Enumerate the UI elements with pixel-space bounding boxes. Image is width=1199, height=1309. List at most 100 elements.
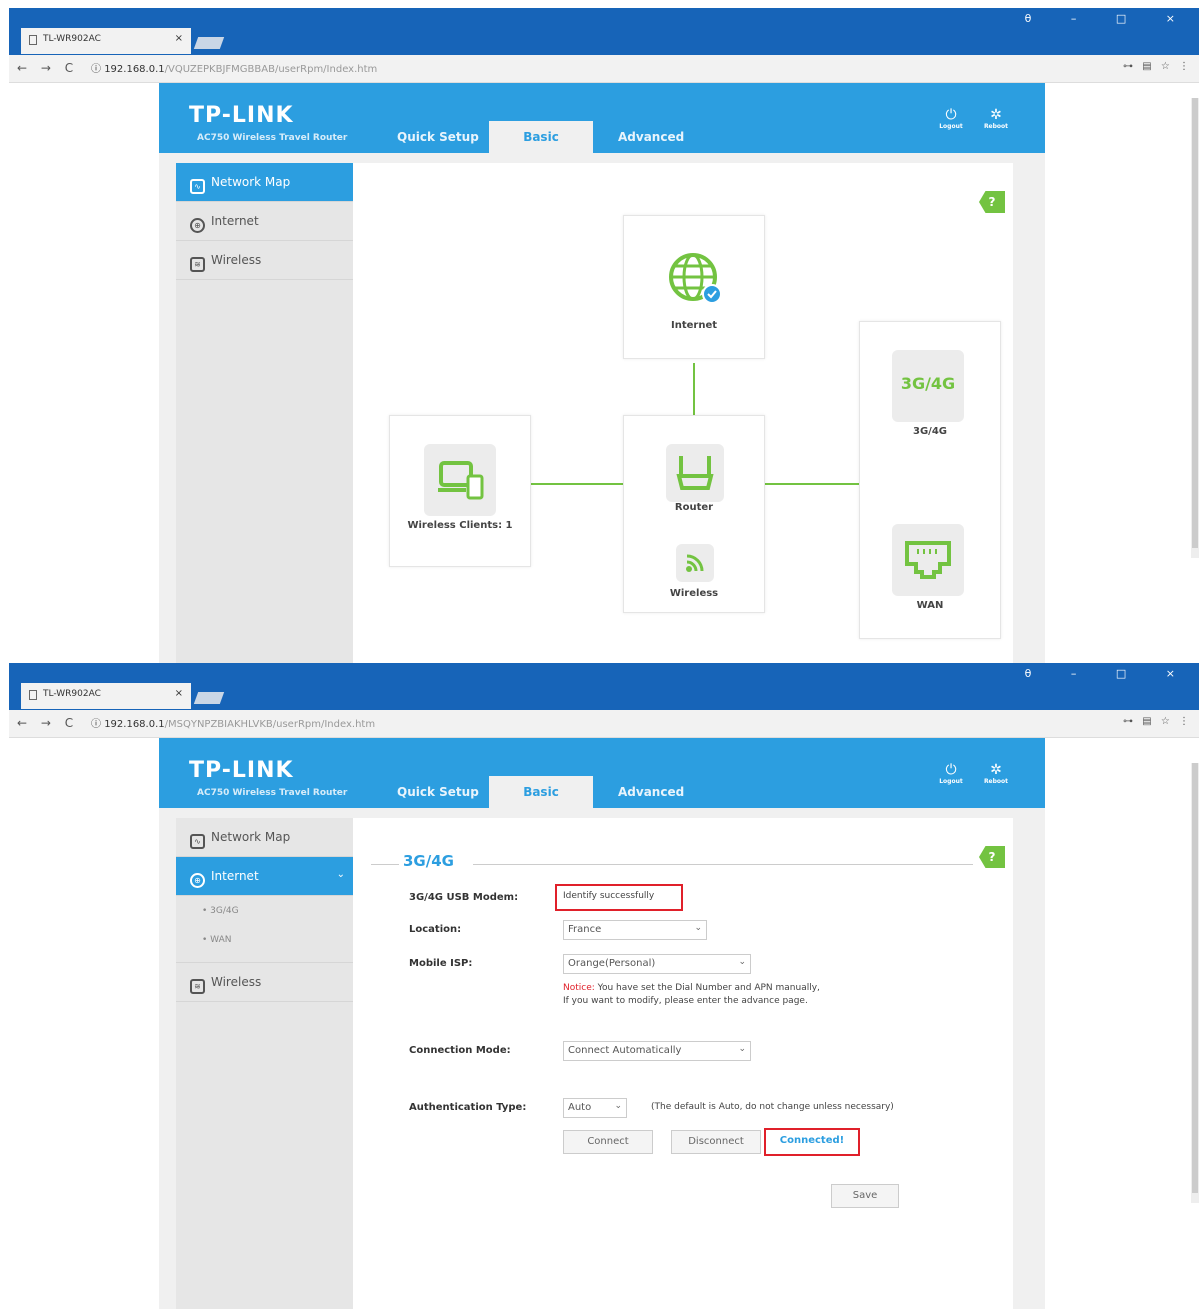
help-icon[interactable]: ? — [979, 191, 1005, 213]
logout-button[interactable]: ⏻ Logout — [936, 107, 966, 130]
connection-mode-value: Connect Automatically — [568, 1045, 682, 1056]
info-icon: ⓘ — [91, 719, 101, 730]
nav-buttons[interactable]: ← → C — [17, 61, 73, 75]
modem-status: Identify successfully — [563, 891, 655, 901]
router-label: Router — [674, 502, 714, 513]
sidebar-item-network-map[interactable]: ∿ Network Map — [176, 163, 353, 202]
connection-mode-label: Connection Mode: — [409, 1045, 511, 1056]
sidebar-subitem-3g4g[interactable]: • 3G/4G — [176, 896, 353, 925]
wireless-icon: ≋ — [190, 257, 205, 272]
internet-label: Internet — [670, 320, 717, 331]
ethernet-port-icon — [905, 541, 951, 579]
tab-close-icon[interactable]: × — [175, 688, 183, 699]
isp-select[interactable]: Orange(Personal) ⌄ — [563, 954, 751, 974]
wifi-icon — [686, 554, 704, 572]
save-button[interactable]: Save — [831, 1184, 899, 1208]
location-select[interactable]: France ⌄ — [563, 920, 707, 940]
disconnect-button[interactable]: Disconnect — [671, 1130, 761, 1154]
connect-button[interactable]: Connect — [563, 1130, 653, 1154]
wireless-clients-card[interactable]: Wireless Clients: 1 — [389, 415, 531, 567]
url-host: 192.168.0.1 — [104, 719, 165, 730]
sidebar: ∿ Network Map ⊕ Internet ≋ Wireless — [176, 163, 353, 663]
power-icon: ⏻ — [945, 107, 957, 123]
new-tab-button[interactable] — [193, 37, 225, 49]
auth-type-select[interactable]: Auto ⌄ — [563, 1098, 627, 1118]
router-icon — [676, 456, 714, 490]
reboot-label: Reboot — [983, 123, 1009, 130]
sidebar-item-internet[interactable]: ⊕ Internet ⌄ — [176, 857, 353, 896]
auth-type-label: Authentication Type: — [409, 1102, 527, 1113]
auth-type-hint: (The default is Auto, do not change unle… — [651, 1102, 894, 1112]
chevron-down-icon: ⌄ — [336, 869, 345, 880]
connector-line — [531, 483, 625, 485]
browser-tab[interactable]: TL-WR902AC × — [21, 28, 191, 54]
router-card[interactable]: Router Wireless — [623, 415, 765, 613]
reboot-button[interactable]: ✲ Reboot — [981, 107, 1011, 130]
scrollbar-thumb[interactable] — [1192, 98, 1198, 548]
scrollbar[interactable] — [1191, 98, 1199, 558]
sidebar-item-wireless[interactable]: ≋ Wireless — [176, 241, 353, 280]
uplink-card: 3G/4G 3G/4G WAN — [859, 321, 1001, 639]
modem-icon-box[interactable]: 3G/4G — [892, 350, 964, 422]
help-icon[interactable]: ? — [979, 846, 1005, 868]
nav-buttons[interactable]: ← → C — [17, 716, 73, 730]
sidebar-item-label: Network Map — [211, 830, 291, 844]
network-map-icon: ∿ — [190, 179, 205, 194]
address-bar: ← → C ⓘ 192.168.0.1/MSQYNPZBIAKHLVKB/use… — [9, 710, 1199, 738]
router-icon-box — [666, 444, 724, 502]
tab-close-icon[interactable]: × — [175, 33, 183, 44]
toolbar-icons[interactable]: ⊶ ▤ ☆ ⋮ — [1123, 61, 1189, 72]
connector-line — [765, 483, 861, 485]
chevron-down-icon: ⌄ — [738, 957, 746, 967]
router-page: TP-LINK AC750 Wireless Travel Router Qui… — [159, 738, 1045, 1309]
window-controls[interactable]: θ – □ × — [1025, 12, 1193, 25]
tab-title: TL-WR902AC — [43, 689, 101, 699]
browser-titlebar: TL-WR902AC × θ – □ × — [9, 663, 1199, 710]
wireless-clients-label: Wireless Clients: 1 — [407, 520, 513, 531]
browser-tab[interactable]: TL-WR902AC × — [21, 683, 191, 709]
tab-quick-setup[interactable]: Quick Setup — [397, 785, 479, 799]
sidebar-subitem-label: 3G/4G — [210, 906, 239, 916]
tab-advanced[interactable]: Advanced — [618, 130, 684, 144]
scrollbar-thumb[interactable] — [1192, 763, 1198, 1193]
sidebar-item-network-map[interactable]: ∿ Network Map — [176, 818, 353, 857]
new-tab-button[interactable] — [193, 692, 225, 704]
reboot-button[interactable]: ✲ Reboot — [981, 762, 1011, 785]
clients-icon-box — [424, 444, 496, 516]
url-field[interactable]: ⓘ 192.168.0.1/VQUZEPKBJFMGBBAB/userRpm/I… — [91, 60, 377, 75]
sidebar-subitem-wan[interactable]: • WAN — [176, 925, 353, 963]
url-field[interactable]: ⓘ 192.168.0.1/MSQYNPZBIAKHLVKB/userRpm/I… — [91, 715, 375, 730]
reboot-label: Reboot — [983, 778, 1009, 785]
wan-icon-box[interactable] — [892, 524, 964, 596]
tab-quick-setup[interactable]: Quick Setup — [397, 130, 479, 144]
tab-advanced[interactable]: Advanced — [618, 785, 684, 799]
section-divider — [371, 864, 399, 865]
url-host: 192.168.0.1 — [104, 64, 165, 75]
router-page: TP-LINK AC750 Wireless Travel Router Qui… — [159, 83, 1045, 663]
location-value: France — [568, 924, 602, 935]
logout-label: Logout — [939, 123, 963, 130]
gear-icon: ✲ — [990, 762, 1002, 778]
wireless-label: Wireless — [669, 588, 719, 599]
toolbar-icons[interactable]: ⊶ ▤ ☆ ⋮ — [1123, 716, 1189, 727]
isp-value: Orange(Personal) — [568, 958, 656, 969]
tab-basic[interactable]: Basic — [489, 776, 593, 808]
tab-title: TL-WR902AC — [43, 34, 101, 44]
window-controls[interactable]: θ – □ × — [1025, 667, 1193, 680]
sidebar-item-label: Wireless — [211, 975, 262, 989]
scrollbar[interactable] — [1191, 763, 1199, 1203]
logout-button[interactable]: ⏻ Logout — [936, 762, 966, 785]
brand-logo: TP-LINK — [189, 103, 294, 128]
wan-label: WAN — [916, 600, 944, 611]
wireless-icon-box — [676, 544, 714, 582]
section-title: 3G/4G — [403, 852, 454, 870]
modem-label: 3G/4G — [913, 426, 947, 437]
internet-card[interactable]: Internet — [623, 215, 765, 359]
sidebar-item-wireless[interactable]: ≋ Wireless — [176, 963, 353, 1002]
connection-mode-select[interactable]: Connect Automatically ⌄ — [563, 1041, 751, 1061]
wireless-icon: ≋ — [190, 979, 205, 994]
sidebar-item-internet[interactable]: ⊕ Internet — [176, 202, 353, 241]
auth-type-value: Auto — [568, 1102, 592, 1113]
tab-basic[interactable]: Basic — [489, 121, 593, 153]
sidebar-item-label: Internet — [211, 214, 259, 228]
